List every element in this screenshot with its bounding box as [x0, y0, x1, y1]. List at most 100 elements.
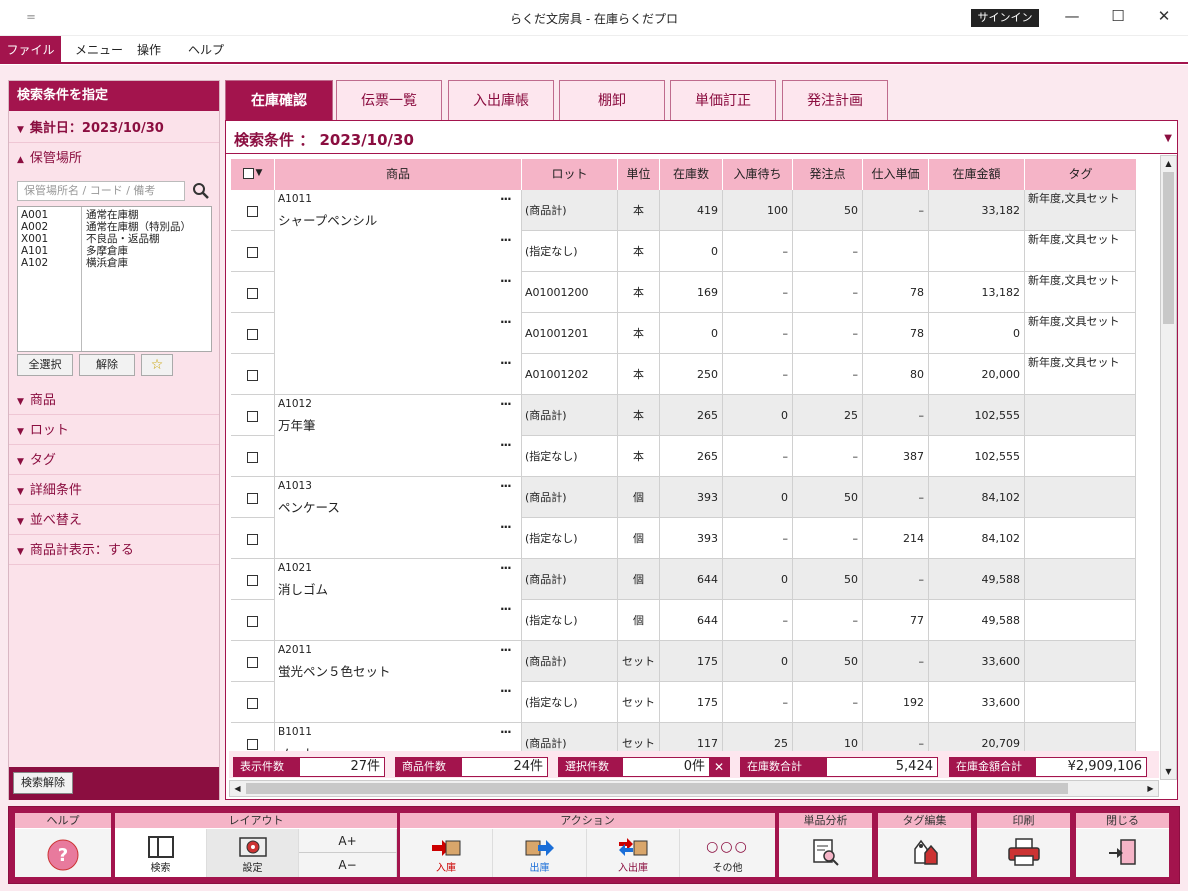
header-lot[interactable]: ロット — [522, 159, 618, 190]
tab-slips[interactable]: 伝票一覧 — [336, 80, 442, 120]
close-button[interactable] — [1076, 829, 1169, 877]
scroll-down-icon[interactable]: ▼ — [1161, 764, 1176, 779]
deselect-button[interactable]: 解除 — [79, 354, 135, 376]
inbound-button[interactable]: 入庫 — [400, 829, 493, 877]
signin-button[interactable]: サインイン — [971, 9, 1039, 27]
tag-edit-button[interactable] — [878, 829, 971, 877]
row-checkbox[interactable] — [247, 328, 258, 340]
date-filter-label: 集計日：2023/10/30 — [29, 121, 164, 136]
more-icon[interactable]: ··· — [500, 602, 512, 616]
location-list[interactable]: A001 通常在庫棚 A002 通常在庫棚（特別品） X001 不良品・返品棚 A10… — [17, 206, 212, 352]
analysis-button[interactable] — [779, 829, 872, 877]
row-checkbox[interactable] — [247, 451, 258, 463]
print-button[interactable] — [977, 829, 1070, 877]
caret-down-icon: ▼ — [17, 125, 24, 135]
outbound-button[interactable]: 出庫 — [493, 829, 587, 877]
header-amount[interactable]: 在庫金額 — [929, 159, 1025, 190]
section-total-display[interactable]: ▼ 商品計表示：する — [9, 537, 219, 565]
close-icon[interactable]: ✕ — [1150, 6, 1178, 28]
tab-stock[interactable]: 在庫確認 — [225, 80, 333, 120]
location-search-input[interactable]: 保管場所名 / コード / 備考 — [17, 181, 185, 201]
help-button[interactable]: ? — [15, 829, 111, 877]
section-detail[interactable]: ▼ 詳細条件 — [9, 477, 219, 505]
star-icon[interactable]: ☆ — [141, 354, 173, 376]
font-decrease-button[interactable]: A− — [299, 853, 397, 877]
row-checkbox[interactable] — [247, 738, 258, 750]
menu-menu[interactable]: メニュー — [75, 36, 123, 64]
product-cell[interactable]: A2011 蛍光ペン５色セット — [275, 641, 522, 723]
more-icon[interactable]: ··· — [500, 315, 512, 329]
header-stock[interactable]: 在庫数 — [660, 159, 723, 190]
more-icon[interactable]: ··· — [500, 725, 512, 739]
row-checkbox[interactable] — [247, 656, 258, 668]
select-all-button[interactable]: 全選択 — [17, 354, 73, 376]
scroll-up-icon[interactable]: ▲ — [1161, 156, 1176, 171]
row-checkbox[interactable] — [247, 533, 258, 545]
clear-selection-icon[interactable]: ✕ — [709, 758, 729, 776]
row-checkbox[interactable] — [247, 369, 258, 381]
caret-down-icon[interactable]: ▼ — [1164, 133, 1172, 144]
layout-search-button[interactable]: 検索 — [115, 829, 207, 877]
row-checkbox[interactable] — [247, 574, 258, 586]
maximize-icon[interactable]: ☐ — [1104, 6, 1132, 28]
header-unit[interactable]: 単位 — [618, 159, 660, 190]
more-icon[interactable]: ··· — [500, 274, 512, 288]
header-pending[interactable]: 入庫待ち — [723, 159, 793, 190]
header-tag[interactable]: タグ — [1025, 159, 1136, 190]
horizontal-scrollbar[interactable]: ◀ ▶ — [229, 780, 1159, 797]
more-icon[interactable]: ··· — [500, 233, 512, 247]
row-checkbox[interactable] — [247, 246, 258, 258]
section-lot[interactable]: ▼ ロット — [9, 417, 219, 445]
tab-order-plan[interactable]: 発注計画 — [782, 80, 888, 120]
row-checkbox[interactable] — [247, 492, 258, 504]
more-icon[interactable]: ··· — [500, 520, 512, 534]
scroll-right-icon[interactable]: ▶ — [1143, 781, 1158, 796]
section-product[interactable]: ▼ 商品 — [9, 387, 219, 415]
more-icon[interactable]: ··· — [500, 479, 512, 493]
minimize-icon[interactable]: — — [1058, 6, 1086, 28]
header-unit-price[interactable]: 仕入単価 — [863, 159, 929, 190]
menu-file[interactable]: ファイル — [0, 36, 61, 64]
scrollbar-thumb[interactable] — [1163, 172, 1174, 324]
menu-operation[interactable]: 操作 — [137, 36, 161, 64]
product-cell[interactable]: A1011 シャープペンシル — [275, 190, 522, 395]
layout-settings-button[interactable]: 設定 — [207, 829, 299, 877]
section-sort[interactable]: ▼ 並べ替え — [9, 507, 219, 535]
more-icon[interactable]: ··· — [500, 356, 512, 370]
tab-inout-ledger[interactable]: 入出庫帳 — [448, 80, 554, 120]
more-icon[interactable]: ··· — [500, 438, 512, 452]
more-icon[interactable]: ··· — [500, 561, 512, 575]
more-icon[interactable]: ··· — [500, 643, 512, 657]
select-all-header[interactable]: ▼ — [231, 159, 275, 190]
more-icon[interactable]: ··· — [500, 397, 512, 411]
header-checkbox[interactable] — [242, 168, 254, 179]
section-tag[interactable]: ▼ タグ — [9, 447, 219, 475]
tab-inventory[interactable]: 棚卸 — [559, 80, 665, 120]
caret-down-icon[interactable]: ▼ — [256, 168, 263, 178]
product-cell[interactable]: A1012 万年筆 — [275, 395, 522, 477]
search-icon[interactable] — [191, 181, 211, 201]
tab-price-correction[interactable]: 単価訂正 — [670, 80, 776, 120]
product-cell[interactable]: A1013 ペンケース — [275, 477, 522, 559]
header-reorder[interactable]: 発注点 — [793, 159, 863, 190]
vertical-scrollbar[interactable]: ▲ ▼ — [1160, 155, 1177, 780]
row-checkbox[interactable] — [247, 410, 258, 422]
inout-button[interactable]: 入出庫 — [587, 829, 680, 877]
scrollbar-thumb[interactable] — [246, 783, 1068, 794]
product-cell[interactable]: A1021 消しゴム — [275, 559, 522, 641]
product-cell[interactable]: B1011 ノート — [275, 723, 522, 751]
row-checkbox[interactable] — [247, 205, 258, 217]
font-increase-button[interactable]: A+ — [299, 829, 397, 853]
row-checkbox[interactable] — [247, 697, 258, 709]
clear-search-button[interactable]: 検索解除 — [13, 772, 73, 794]
other-button[interactable]: ○○○ その他 — [680, 829, 775, 877]
header-product[interactable]: 商品 — [275, 159, 522, 190]
row-checkbox[interactable] — [247, 615, 258, 627]
row-checkbox[interactable] — [247, 287, 258, 299]
more-icon[interactable]: ··· — [500, 684, 512, 698]
location-section[interactable]: ▲ 保管場所 — [9, 145, 219, 173]
more-icon[interactable]: ··· — [500, 192, 512, 206]
menu-help[interactable]: ヘルプ — [188, 36, 224, 64]
date-filter[interactable]: ▼ 集計日：2023/10/30 — [9, 115, 219, 143]
scroll-left-icon[interactable]: ◀ — [230, 781, 245, 796]
